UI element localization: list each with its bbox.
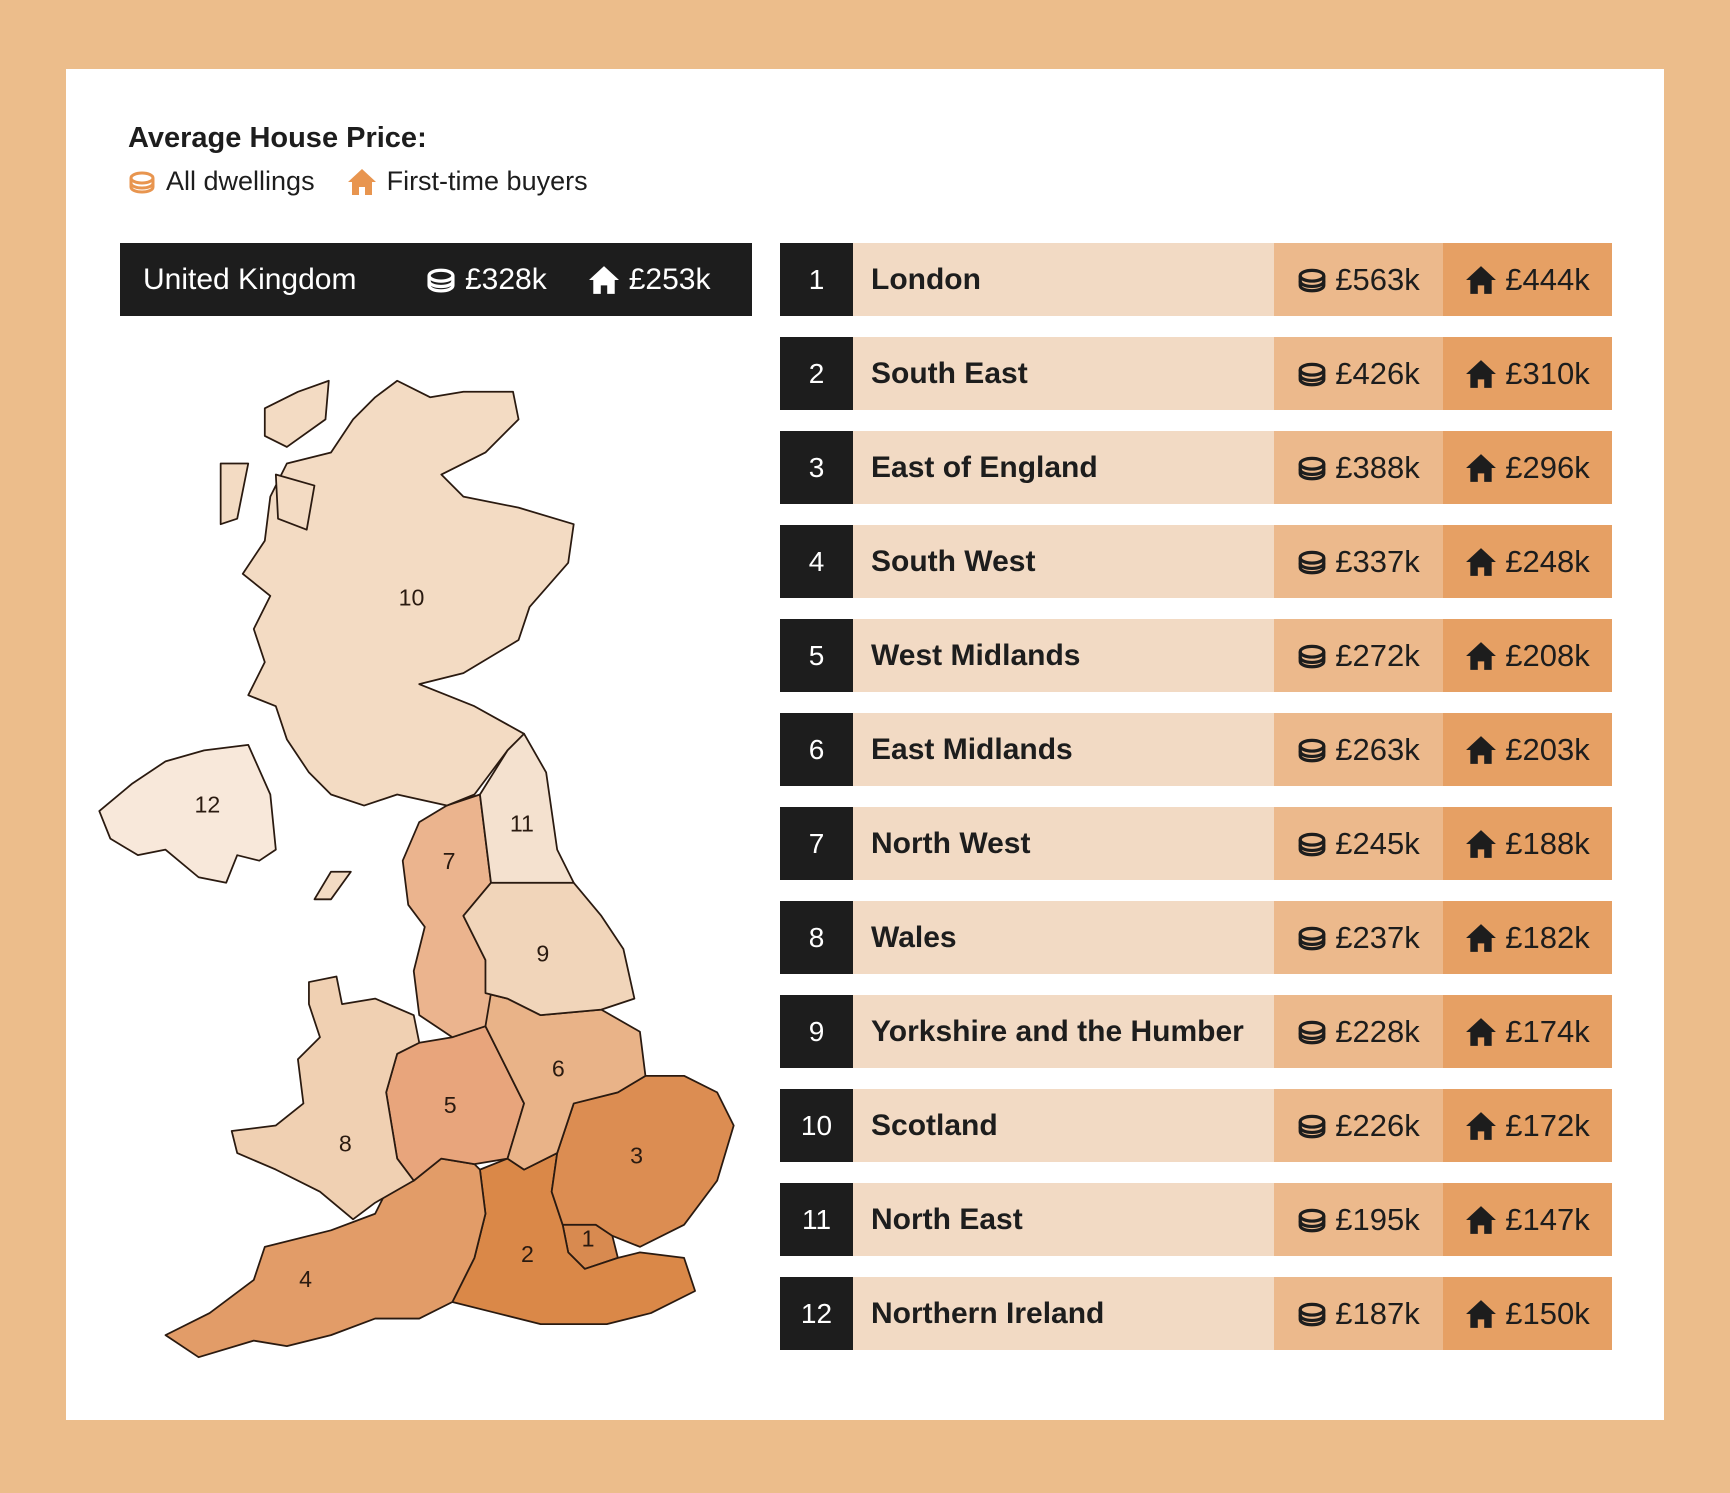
map-isle-of-man (313, 870, 352, 901)
map-region-label: 6 (552, 1055, 565, 1081)
uk-region-map: 123456789101112 (98, 379, 735, 1359)
map-region-label: 3 (630, 1143, 643, 1169)
map-region-label: 1 (582, 1225, 595, 1251)
map-region-label: 4 (299, 1266, 312, 1292)
map-region-scotland (219, 462, 250, 526)
map-region-label: 5 (444, 1092, 457, 1118)
map-region-label: 11 (510, 811, 534, 837)
map-region-label: 9 (536, 941, 549, 967)
map-region-label: 2 (521, 1241, 534, 1267)
map-region-scotland (263, 379, 330, 448)
map-region-label: 8 (339, 1130, 352, 1156)
map-region-label: 12 (195, 792, 221, 818)
map-region-label: 7 (443, 848, 456, 874)
map-region-label: 10 (399, 584, 425, 610)
map-region-northern-ireland (98, 743, 277, 884)
